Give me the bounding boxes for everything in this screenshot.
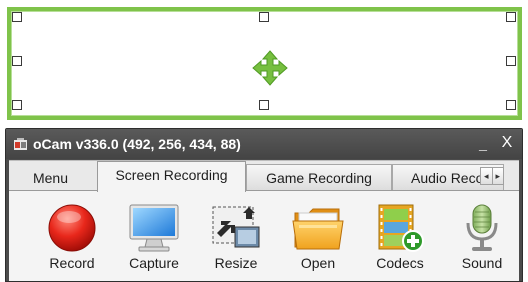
capture-label: Capture bbox=[129, 255, 179, 271]
resize-handle-middle-left[interactable] bbox=[12, 56, 22, 66]
sound-button[interactable]: Sound bbox=[444, 203, 520, 279]
resize-handle-top-left[interactable] bbox=[12, 12, 22, 22]
resize-label: Resize bbox=[214, 255, 258, 271]
microphone-icon bbox=[466, 204, 498, 251]
film-plus-icon bbox=[378, 204, 424, 252]
move-arrows-icon[interactable] bbox=[251, 49, 289, 87]
resize-handle-middle-right[interactable] bbox=[506, 56, 516, 66]
ocam-window: oCam v336.0 (492, 256, 434, 88) _ X Menu… bbox=[5, 128, 523, 282]
ocam-app-icon bbox=[14, 138, 27, 150]
title-bar[interactable]: oCam v336.0 (492, 256, 434, 88) _ X bbox=[6, 129, 522, 159]
record-label: Record bbox=[49, 255, 95, 271]
tab-game-recording[interactable]: Game Recording bbox=[246, 164, 392, 191]
tab-scroll-buttons: ◂ ▸ bbox=[480, 167, 504, 185]
tab-scroll-right-icon[interactable]: ▸ bbox=[491, 168, 504, 184]
monitor-icon bbox=[129, 204, 179, 252]
record-icon bbox=[48, 204, 96, 252]
tab-menu[interactable]: Menu bbox=[13, 164, 88, 191]
resize-button[interactable]: Resize bbox=[198, 203, 274, 279]
resize-handle-bottom-right[interactable] bbox=[506, 100, 516, 110]
tab-screen-recording[interactable]: Screen Recording bbox=[97, 161, 246, 192]
record-button[interactable]: Record bbox=[34, 203, 110, 279]
open-label: Open bbox=[300, 255, 336, 271]
tab-scroll-left-icon[interactable]: ◂ bbox=[481, 168, 492, 184]
sound-label: Sound bbox=[461, 255, 503, 271]
codecs-button[interactable]: Codecs bbox=[362, 203, 438, 279]
resize-handle-bottom-left[interactable] bbox=[12, 100, 22, 110]
resize-handle-top-right[interactable] bbox=[506, 12, 516, 22]
folder-icon bbox=[292, 208, 344, 250]
capture-button[interactable]: Capture bbox=[116, 203, 192, 279]
window-title: oCam v336.0 (492, 256, 434, 88) bbox=[33, 136, 241, 152]
minimize-button[interactable]: _ bbox=[474, 132, 492, 154]
open-button[interactable]: Open bbox=[280, 203, 356, 279]
resize-handle-top-center[interactable] bbox=[259, 12, 269, 22]
tab-bar: Menu Screen Recording Game Recording Aud… bbox=[9, 160, 519, 192]
resize-handle-bottom-center[interactable] bbox=[259, 100, 269, 110]
close-button[interactable]: X bbox=[496, 132, 518, 154]
capture-region-frame[interactable] bbox=[7, 7, 522, 120]
codecs-label: Codecs bbox=[376, 255, 424, 271]
toolbar: Record Capture Resize Open Codecs Sound bbox=[9, 190, 519, 281]
resize-icon bbox=[212, 206, 260, 248]
